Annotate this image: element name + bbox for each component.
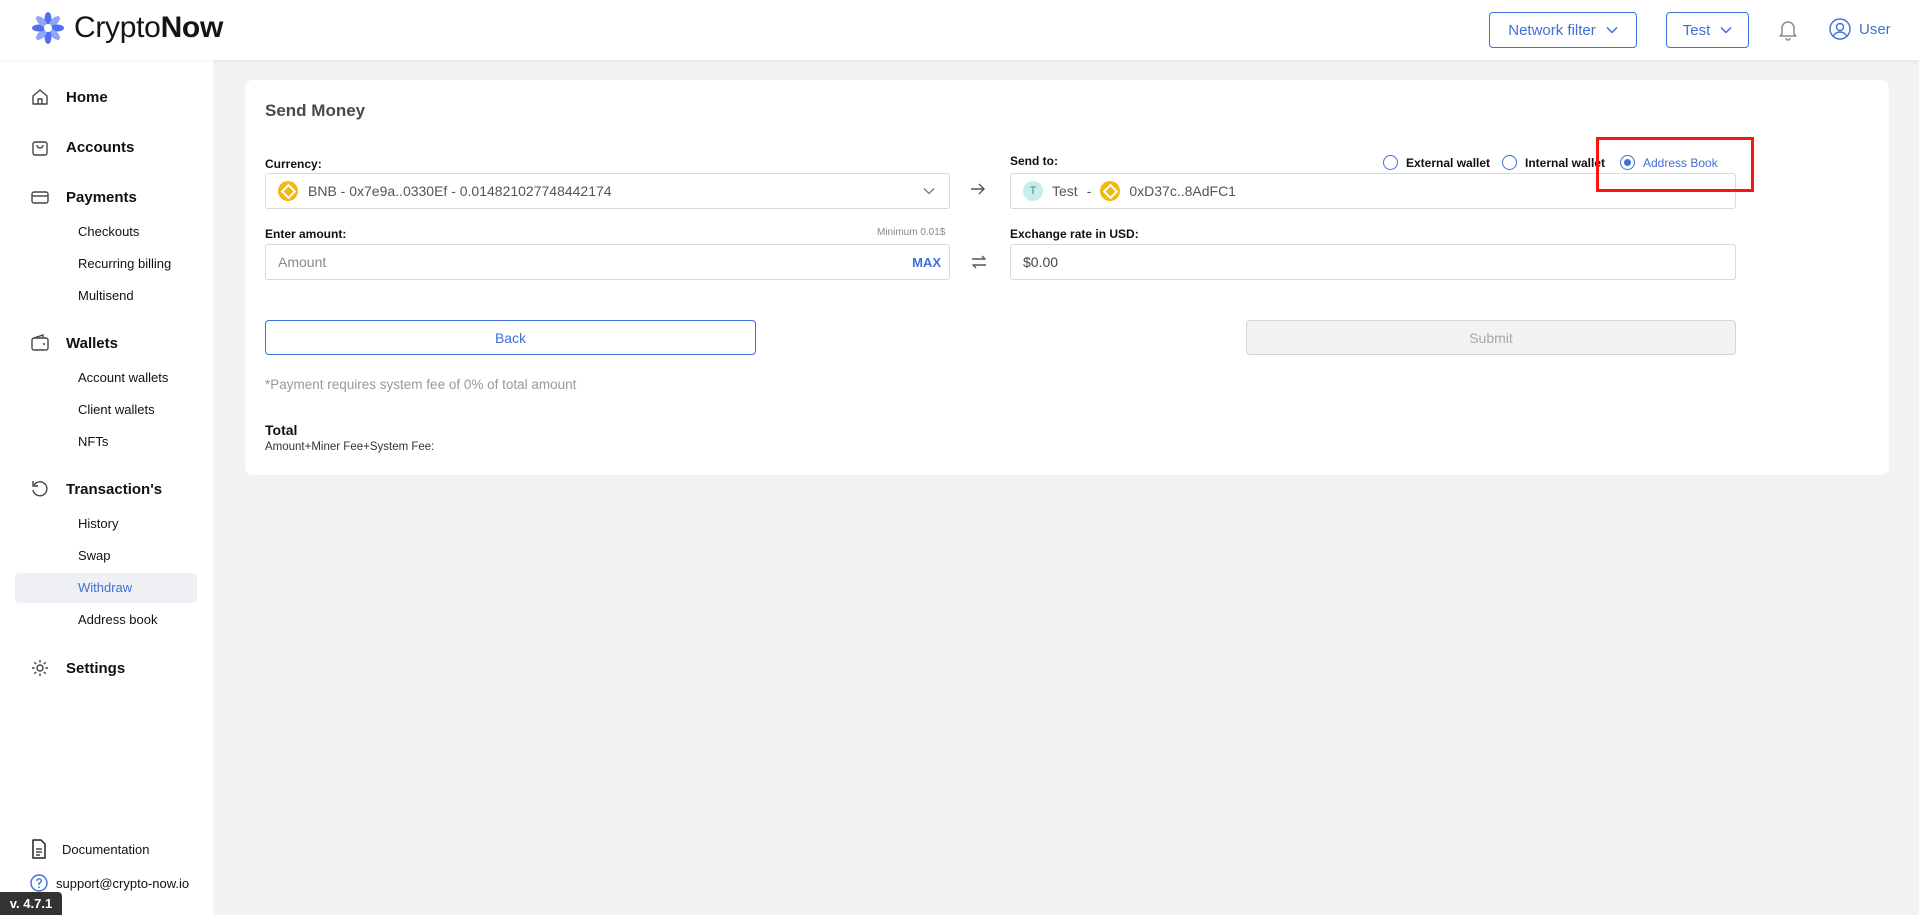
recipient-address: 0xD37c..8AdFC1 (1129, 183, 1236, 199)
sidebar-item-payments[interactable]: Payments (30, 187, 137, 207)
currency-label: Currency: (265, 157, 322, 171)
sidebar-item-label: Home (66, 88, 108, 106)
sidebar-item-accounts[interactable]: Accounts (30, 137, 134, 157)
bnb-coin-icon (1100, 181, 1121, 201)
swap-arrows-icon[interactable] (969, 252, 989, 272)
bnb-coin-icon (278, 181, 298, 201)
radio-label: Address Book (1643, 155, 1718, 170)
fee-note: *Payment requires system fee of 0% of to… (265, 377, 577, 392)
sidebar-item-label: Settings (66, 659, 126, 677)
documentation-link[interactable]: Documentation (30, 839, 149, 859)
exchange-rate-value: $0.00 (1023, 254, 1059, 270)
send-to-label: Send to: (1010, 154, 1058, 168)
currency-select-value: BNB - 0x7e9a..0330Ef - 0.014821027748442… (308, 183, 612, 199)
radio-circle (1383, 155, 1398, 170)
max-button[interactable]: MAX (912, 255, 941, 270)
support-email-link[interactable]: support@crypto-now.io (30, 874, 189, 892)
support-email-label: support@crypto-now.io (56, 875, 190, 891)
sidebar-item-withdraw[interactable]: Withdraw (78, 580, 132, 595)
network-filter-label: Network filter (1508, 21, 1596, 39)
send-money-card: Send Money Currency: BNB - 0x7e9a..0330E… (245, 80, 1889, 475)
notifications-bell-icon[interactable] (1778, 19, 1798, 41)
version-badge: v. 4.7.1 (0, 892, 62, 915)
chevron-down-icon (923, 187, 935, 195)
minimum-note: Minimum 0.01$ (877, 227, 946, 238)
amount-label: Enter amount: (265, 227, 347, 241)
sidebar-item-label: Wallets (66, 334, 118, 352)
submit-button[interactable]: Submit (1246, 320, 1736, 355)
radio-circle (1502, 155, 1517, 170)
network-filter-button[interactable]: Network filter (1489, 12, 1637, 48)
recipient-separator: - (1086, 183, 1092, 199)
back-button[interactable]: Back (265, 320, 756, 355)
account-select-button[interactable]: Test (1666, 12, 1749, 48)
chevron-down-icon (1720, 26, 1732, 34)
sidebar-item-transactions[interactable]: Transaction's (30, 479, 162, 499)
chevron-down-icon (1606, 26, 1618, 34)
exchange-rate-input[interactable]: $0.00 (1010, 244, 1736, 280)
radio-internal-wallet[interactable]: Internal wallet (1502, 155, 1605, 170)
sidebar-item-address-book[interactable]: Address book (78, 612, 158, 627)
wallet-icon (30, 333, 50, 353)
shopping-bag-icon (30, 137, 50, 157)
sidebar-item-home[interactable]: Home (30, 87, 108, 107)
sidebar-item-client-wallets[interactable]: Client wallets (78, 402, 155, 417)
user-avatar-icon (1829, 18, 1851, 40)
home-icon (30, 87, 50, 107)
radio-external-wallet[interactable]: External wallet (1383, 155, 1490, 170)
account-select-label: Test (1682, 21, 1711, 39)
sidebar-item-settings[interactable]: Settings (30, 658, 125, 678)
amount-input[interactable]: Amount MAX (265, 244, 950, 280)
user-label: User (1859, 20, 1891, 38)
sidebar-item-label: Accounts (66, 138, 135, 156)
currency-select[interactable]: BNB - 0x7e9a..0330Ef - 0.014821027748442… (265, 173, 950, 209)
sidebar-item-nfts[interactable]: NFTs (78, 434, 108, 449)
credit-card-icon (30, 187, 50, 207)
help-circle-icon (30, 874, 48, 892)
amount-placeholder: Amount (278, 254, 327, 270)
documentation-label: Documentation (62, 841, 150, 857)
send-to-select[interactable]: T Test - 0xD37c..8AdFC1 (1010, 173, 1736, 209)
page-title: Send Money (265, 101, 366, 120)
sidebar-item-recurring-billing[interactable]: Recurring billing (78, 256, 171, 271)
sidebar-item-account-wallets[interactable]: Account wallets (78, 370, 168, 385)
top-bar: CryptoNow Network filter Test User (0, 0, 1919, 60)
total-subtitle: Amount+Miner Fee+System Fee: (265, 441, 435, 453)
history-icon (30, 479, 50, 499)
radio-circle-selected (1620, 155, 1635, 170)
flower-logo-icon (30, 10, 66, 46)
sidebar-item-label: Transaction's (66, 480, 163, 498)
total-title: Total (265, 422, 298, 438)
radio-label: External wallet (1406, 155, 1491, 170)
document-icon (30, 839, 48, 859)
recipient-name: Test (1052, 183, 1078, 199)
sidebar-item-checkouts[interactable]: Checkouts (78, 224, 139, 239)
brand-name: CryptoNow (74, 11, 223, 44)
sidebar-item-multisend[interactable]: Multisend (78, 288, 134, 303)
gear-icon (30, 658, 50, 678)
sidebar-item-wallets[interactable]: Wallets (30, 333, 118, 353)
radio-label: Internal wallet (1525, 155, 1606, 170)
user-menu[interactable]: User (1829, 18, 1891, 40)
arrow-right-icon (969, 181, 987, 197)
sidebar-item-label: Payments (66, 188, 137, 206)
radio-address-book[interactable]: Address Book (1620, 155, 1718, 170)
logo[interactable]: CryptoNow (30, 10, 223, 46)
sidebar-item-history[interactable]: History (78, 516, 118, 531)
sidebar-item-swap[interactable]: Swap (78, 548, 111, 563)
recipient-avatar: T (1023, 181, 1043, 201)
exchange-rate-label: Exchange rate in USD: (1010, 227, 1139, 241)
